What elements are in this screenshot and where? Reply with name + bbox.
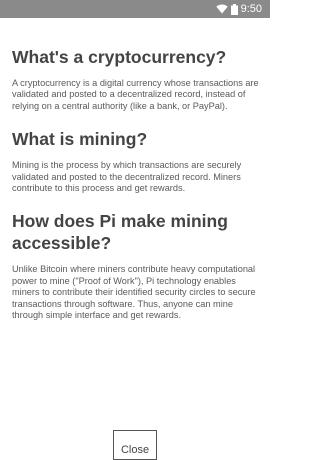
heading-pi-accessible: How does Pi make mining accessible? bbox=[12, 211, 228, 254]
status-time: 9:50 bbox=[240, 3, 262, 15]
info-content: What's a cryptocurrency? A cryptocurrenc… bbox=[12, 46, 262, 321]
status-bar: 9:50 bbox=[0, 0, 270, 18]
body-cryptocurrency: A cryptocurrency is a digital currency w… bbox=[12, 78, 259, 111]
body-mining: Mining is the process by which transacti… bbox=[12, 160, 242, 194]
heading-mining: What is mining? bbox=[12, 129, 148, 150]
close-button[interactable]: Close bbox=[113, 430, 157, 460]
wifi-icon bbox=[215, 4, 228, 14]
status-icons: 9:50 bbox=[215, 2, 262, 16]
body-pi-accessible: Unlike Bitcoin where miners contribute h… bbox=[12, 264, 256, 321]
heading-cryptocurrency: What's a cryptocurrency? bbox=[12, 47, 227, 67]
battery-icon bbox=[230, 3, 238, 15]
